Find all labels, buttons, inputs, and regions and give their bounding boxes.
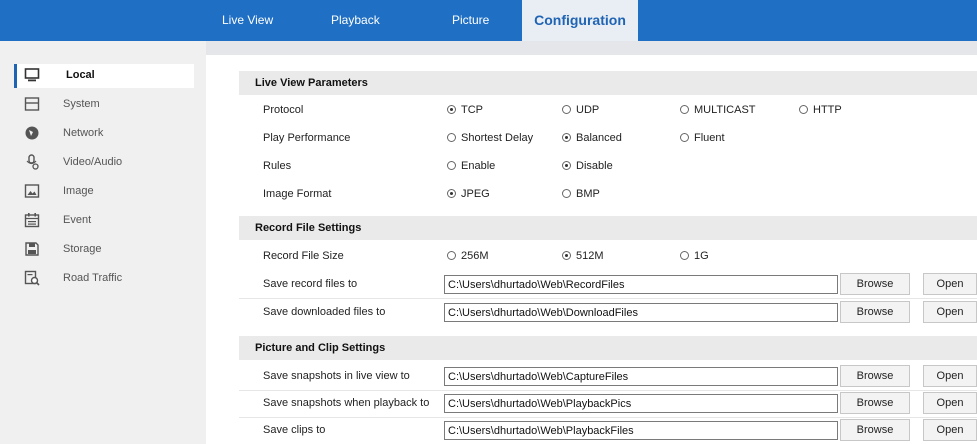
snap-playback-path-input[interactable]: [444, 394, 838, 413]
rules-label: Rules: [263, 160, 292, 172]
clips-path-input[interactable]: [444, 421, 838, 440]
open-button[interactable]: Open: [923, 392, 977, 414]
tab-playback[interactable]: Playback: [331, 0, 380, 41]
sidebar-item-label: Local: [66, 69, 95, 81]
video-audio-icon: [26, 154, 39, 170]
tab-live-view[interactable]: Live View: [222, 0, 273, 41]
snap-live-label: Save snapshots in live view to: [263, 370, 410, 382]
radio-256m[interactable]: 256M: [447, 250, 489, 262]
radio-balanced[interactable]: Balanced: [562, 132, 622, 144]
section-record-file-settings: Record File Settings: [239, 216, 977, 240]
sidebar-item-label: Image: [63, 185, 94, 197]
radio-multicast[interactable]: MULTICAST: [680, 104, 756, 116]
save-record-path-input[interactable]: [444, 275, 838, 294]
rules-row: Rules Enable Disable: [239, 153, 977, 181]
radio-http[interactable]: HTTP: [799, 104, 842, 116]
radio-fluent[interactable]: Fluent: [680, 132, 725, 144]
tab-configuration[interactable]: Configuration: [522, 0, 638, 41]
snap-playback-row: Save snapshots when playback to Browse O…: [239, 390, 977, 418]
radio-shortest-delay[interactable]: Shortest Delay: [447, 132, 533, 144]
open-button[interactable]: Open: [923, 365, 977, 387]
snap-playback-label: Save snapshots when playback to: [263, 397, 430, 409]
radio-1g[interactable]: 1G: [680, 250, 709, 262]
sidebar-item-label: Video/Audio: [63, 156, 123, 168]
play-performance-label: Play Performance: [263, 132, 351, 144]
sidebar-item-label: Storage: [63, 243, 102, 255]
sidebar-item-label: System: [63, 98, 100, 110]
network-icon: [25, 126, 39, 140]
radio-tcp[interactable]: TCP: [447, 104, 483, 116]
record-file-size-label: Record File Size: [263, 250, 344, 262]
radio-jpeg[interactable]: JPEG: [447, 188, 490, 200]
protocol-row: Protocol TCP UDP MULTICAST HTTP: [239, 97, 977, 125]
snap-live-row: Save snapshots in live view to Browse Op…: [239, 363, 977, 391]
snap-live-path-input[interactable]: [444, 367, 838, 386]
radio-disable[interactable]: Disable: [562, 160, 613, 172]
clips-label: Save clips to: [263, 424, 326, 436]
save-downloaded-path-input[interactable]: [444, 303, 838, 322]
radio-512m[interactable]: 512M: [562, 250, 604, 262]
sidebar-item-event[interactable]: Event: [14, 209, 194, 233]
open-button[interactable]: Open: [923, 301, 977, 323]
save-record-row: Save record files to Browse Open: [239, 271, 977, 299]
storage-icon: [25, 242, 39, 256]
main-content: Live View Parameters Protocol TCP UDP MU…: [206, 55, 977, 444]
sidebar-item-storage[interactable]: Storage: [14, 238, 194, 262]
browse-button[interactable]: Browse: [840, 301, 910, 323]
radio-udp[interactable]: UDP: [562, 104, 599, 116]
clips-row: Save clips to Browse Open: [239, 417, 977, 444]
open-button[interactable]: Open: [923, 419, 977, 441]
section-live-view-parameters: Live View Parameters: [239, 71, 977, 95]
record-file-size-row: Record File Size 256M 512M 1G: [239, 243, 977, 271]
save-record-label: Save record files to: [263, 278, 358, 290]
sidebar-item-label: Road Traffic: [63, 272, 123, 284]
save-downloaded-row: Save downloaded files to Browse Open: [239, 299, 977, 327]
sidebar-item-road-traffic[interactable]: Road Traffic: [14, 267, 194, 291]
image-icon: [24, 184, 40, 198]
play-performance-row: Play Performance Shortest Delay Balanced…: [239, 125, 977, 153]
sidebar-item-local[interactable]: Local: [14, 64, 194, 88]
calendar-icon: [24, 213, 40, 228]
sidebar-item-system[interactable]: System: [14, 93, 194, 117]
browse-button[interactable]: Browse: [840, 392, 910, 414]
sidebar-item-network[interactable]: Network: [14, 122, 194, 146]
image-format-label: Image Format: [263, 188, 332, 200]
save-downloaded-label: Save downloaded files to: [263, 306, 386, 318]
sidebar-item-video-audio[interactable]: Video/Audio: [14, 151, 194, 175]
radio-bmp[interactable]: BMP: [562, 188, 600, 200]
sidebar-item-image[interactable]: Image: [14, 180, 194, 204]
section-picture-clip-settings: Picture and Clip Settings: [239, 336, 977, 360]
protocol-label: Protocol: [263, 104, 304, 116]
radio-enable[interactable]: Enable: [447, 160, 495, 172]
sidebar-item-label: Event: [63, 214, 92, 226]
browse-button[interactable]: Browse: [840, 365, 910, 387]
browse-button[interactable]: Browse: [840, 419, 910, 441]
system-icon: [24, 97, 40, 111]
road-traffic-icon: [24, 270, 40, 286]
tab-picture[interactable]: Picture: [452, 0, 489, 41]
sub-header-bar: [206, 41, 977, 55]
sidebar-item-label: Network: [63, 127, 104, 139]
open-button[interactable]: Open: [923, 273, 977, 295]
browse-button[interactable]: Browse: [840, 273, 910, 295]
sidebar: Local System Network Video/Audio Image E…: [0, 41, 206, 444]
image-format-row: Image Format JPEG BMP: [239, 181, 977, 209]
top-navigation: Live View Playback Picture Configuration: [0, 0, 977, 41]
monitor-icon: [24, 68, 40, 82]
